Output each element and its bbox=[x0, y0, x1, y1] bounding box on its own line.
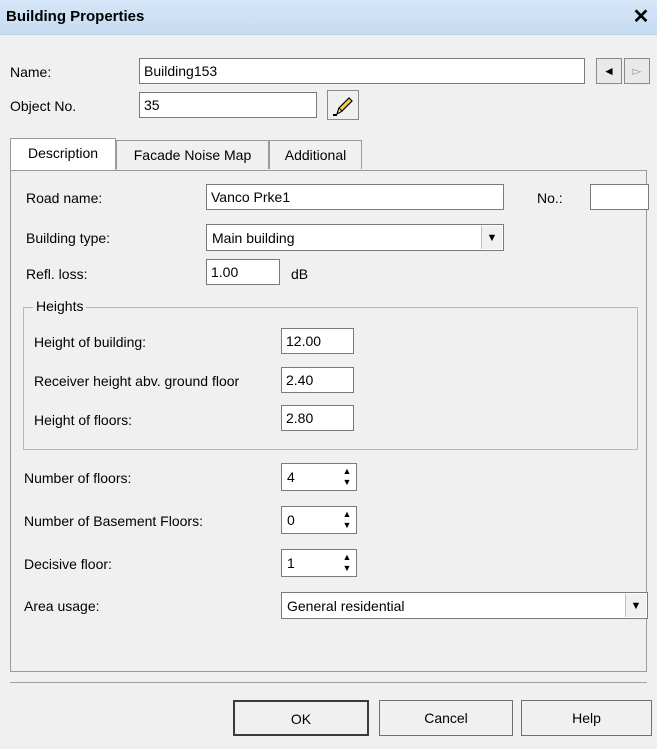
refl-loss-unit: dB bbox=[291, 266, 309, 282]
ok-button[interactable]: OK bbox=[233, 700, 369, 736]
road-name-input[interactable]: Vanco Prke1 bbox=[206, 184, 504, 210]
decisive-floor-stepper[interactable]: 1 ▲ ▼ bbox=[281, 549, 357, 577]
tab-strip: Description Facade Noise Map Additional bbox=[10, 138, 647, 170]
arrow-right-icon: ▻ bbox=[632, 64, 642, 78]
decisive-floor-value: 1 bbox=[287, 555, 295, 571]
footer-separator bbox=[10, 682, 647, 683]
help-button[interactable]: Help bbox=[521, 700, 652, 736]
no-input[interactable] bbox=[590, 184, 649, 210]
name-input[interactable]: Building153 bbox=[139, 58, 585, 84]
heights-legend: Heights bbox=[33, 298, 87, 314]
title-bar: Building Properties ✕ bbox=[0, 0, 657, 35]
building-type-value: Main building bbox=[212, 230, 295, 246]
height-of-building-label: Height of building: bbox=[34, 334, 147, 350]
spin-arrows-icon[interactable]: ▲ ▼ bbox=[340, 509, 354, 533]
arrow-left-icon: ◄ bbox=[603, 64, 615, 78]
tab-additional[interactable]: Additional bbox=[269, 140, 362, 169]
building-type-select[interactable]: Main building ▼ bbox=[206, 224, 504, 251]
refl-loss-input[interactable]: 1.00 bbox=[206, 259, 280, 285]
basement-floors-value: 0 bbox=[287, 512, 295, 528]
name-label: Name: bbox=[10, 64, 52, 80]
tab-facade-noise-map[interactable]: Facade Noise Map bbox=[116, 140, 269, 169]
next-object-button[interactable]: ▻ bbox=[624, 58, 650, 84]
height-of-floors-label: Height of floors: bbox=[34, 412, 133, 428]
object-no-input[interactable]: 35 bbox=[139, 92, 317, 118]
spin-arrows-icon[interactable]: ▲ ▼ bbox=[340, 552, 354, 576]
edit-button[interactable] bbox=[327, 90, 359, 120]
pencil-icon bbox=[333, 97, 353, 116]
receiver-height-label: Receiver height abv. ground floor bbox=[34, 373, 240, 389]
receiver-height-input[interactable]: 2.40 bbox=[281, 367, 354, 393]
close-button[interactable]: ✕ bbox=[628, 4, 654, 30]
area-usage-label: Area usage: bbox=[24, 598, 100, 614]
spin-arrows-icon[interactable]: ▲ ▼ bbox=[340, 466, 354, 490]
basement-floors-label: Number of Basement Floors: bbox=[24, 513, 203, 529]
previous-object-button[interactable]: ◄ bbox=[596, 58, 622, 84]
window-title: Building Properties bbox=[6, 8, 145, 25]
object-no-label: Object No. bbox=[10, 98, 77, 114]
cancel-button[interactable]: Cancel bbox=[379, 700, 513, 736]
area-usage-select[interactable]: General residential ▼ bbox=[281, 592, 648, 619]
chevron-down-icon: ▼ bbox=[625, 594, 646, 617]
tab-description[interactable]: Description bbox=[10, 138, 116, 170]
close-icon: ✕ bbox=[632, 6, 650, 28]
height-of-floors-input[interactable]: 2.80 bbox=[281, 405, 354, 431]
number-of-floors-label: Number of floors: bbox=[24, 470, 132, 486]
area-usage-value: General residential bbox=[287, 598, 405, 614]
refl-loss-label: Refl. loss: bbox=[26, 266, 88, 282]
decisive-floor-label: Decisive floor: bbox=[24, 556, 112, 572]
building-type-label: Building type: bbox=[26, 230, 111, 246]
basement-floors-stepper[interactable]: 0 ▲ ▼ bbox=[281, 506, 357, 534]
number-of-floors-value: 4 bbox=[287, 469, 295, 485]
no-label: No.: bbox=[537, 190, 563, 206]
chevron-down-icon: ▼ bbox=[481, 226, 502, 249]
road-name-label: Road name: bbox=[26, 190, 103, 206]
height-of-building-input[interactable]: 12.00 bbox=[281, 328, 354, 354]
number-of-floors-stepper[interactable]: 4 ▲ ▼ bbox=[281, 463, 357, 491]
